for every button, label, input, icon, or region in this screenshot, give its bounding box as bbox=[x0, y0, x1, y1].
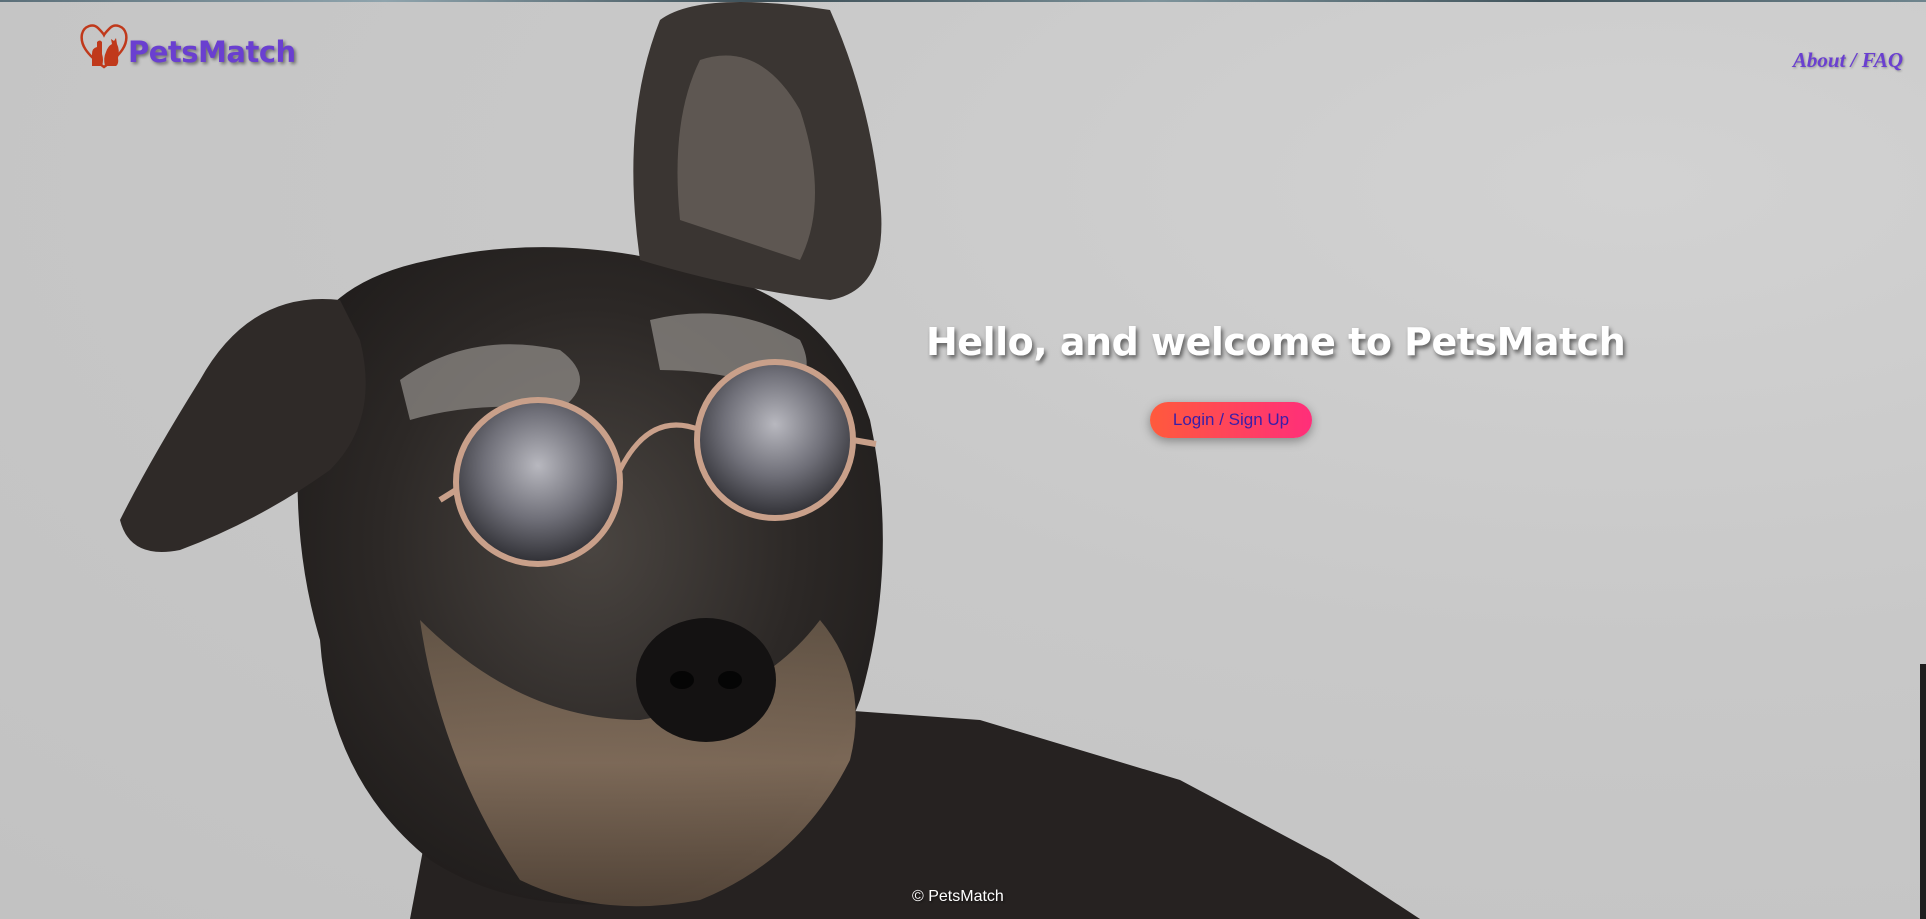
hero-title: Hello, and welcome to PetsMatch bbox=[926, 320, 1626, 364]
heart-pets-icon bbox=[80, 24, 128, 69]
brand-name: PetsMatch bbox=[128, 35, 296, 69]
scrollbar[interactable] bbox=[1920, 664, 1926, 919]
login-signup-button[interactable]: Login / Sign Up bbox=[1150, 402, 1312, 438]
hero-dog-image bbox=[120, 2, 1420, 919]
footer-copyright: © PetsMatch bbox=[912, 888, 1004, 905]
brand-logo[interactable]: PetsMatch bbox=[78, 16, 296, 72]
page: PetsMatch About / FAQ Hello, and welcome… bbox=[0, 0, 1926, 919]
about-faq-link[interactable]: About / FAQ bbox=[1793, 48, 1903, 73]
